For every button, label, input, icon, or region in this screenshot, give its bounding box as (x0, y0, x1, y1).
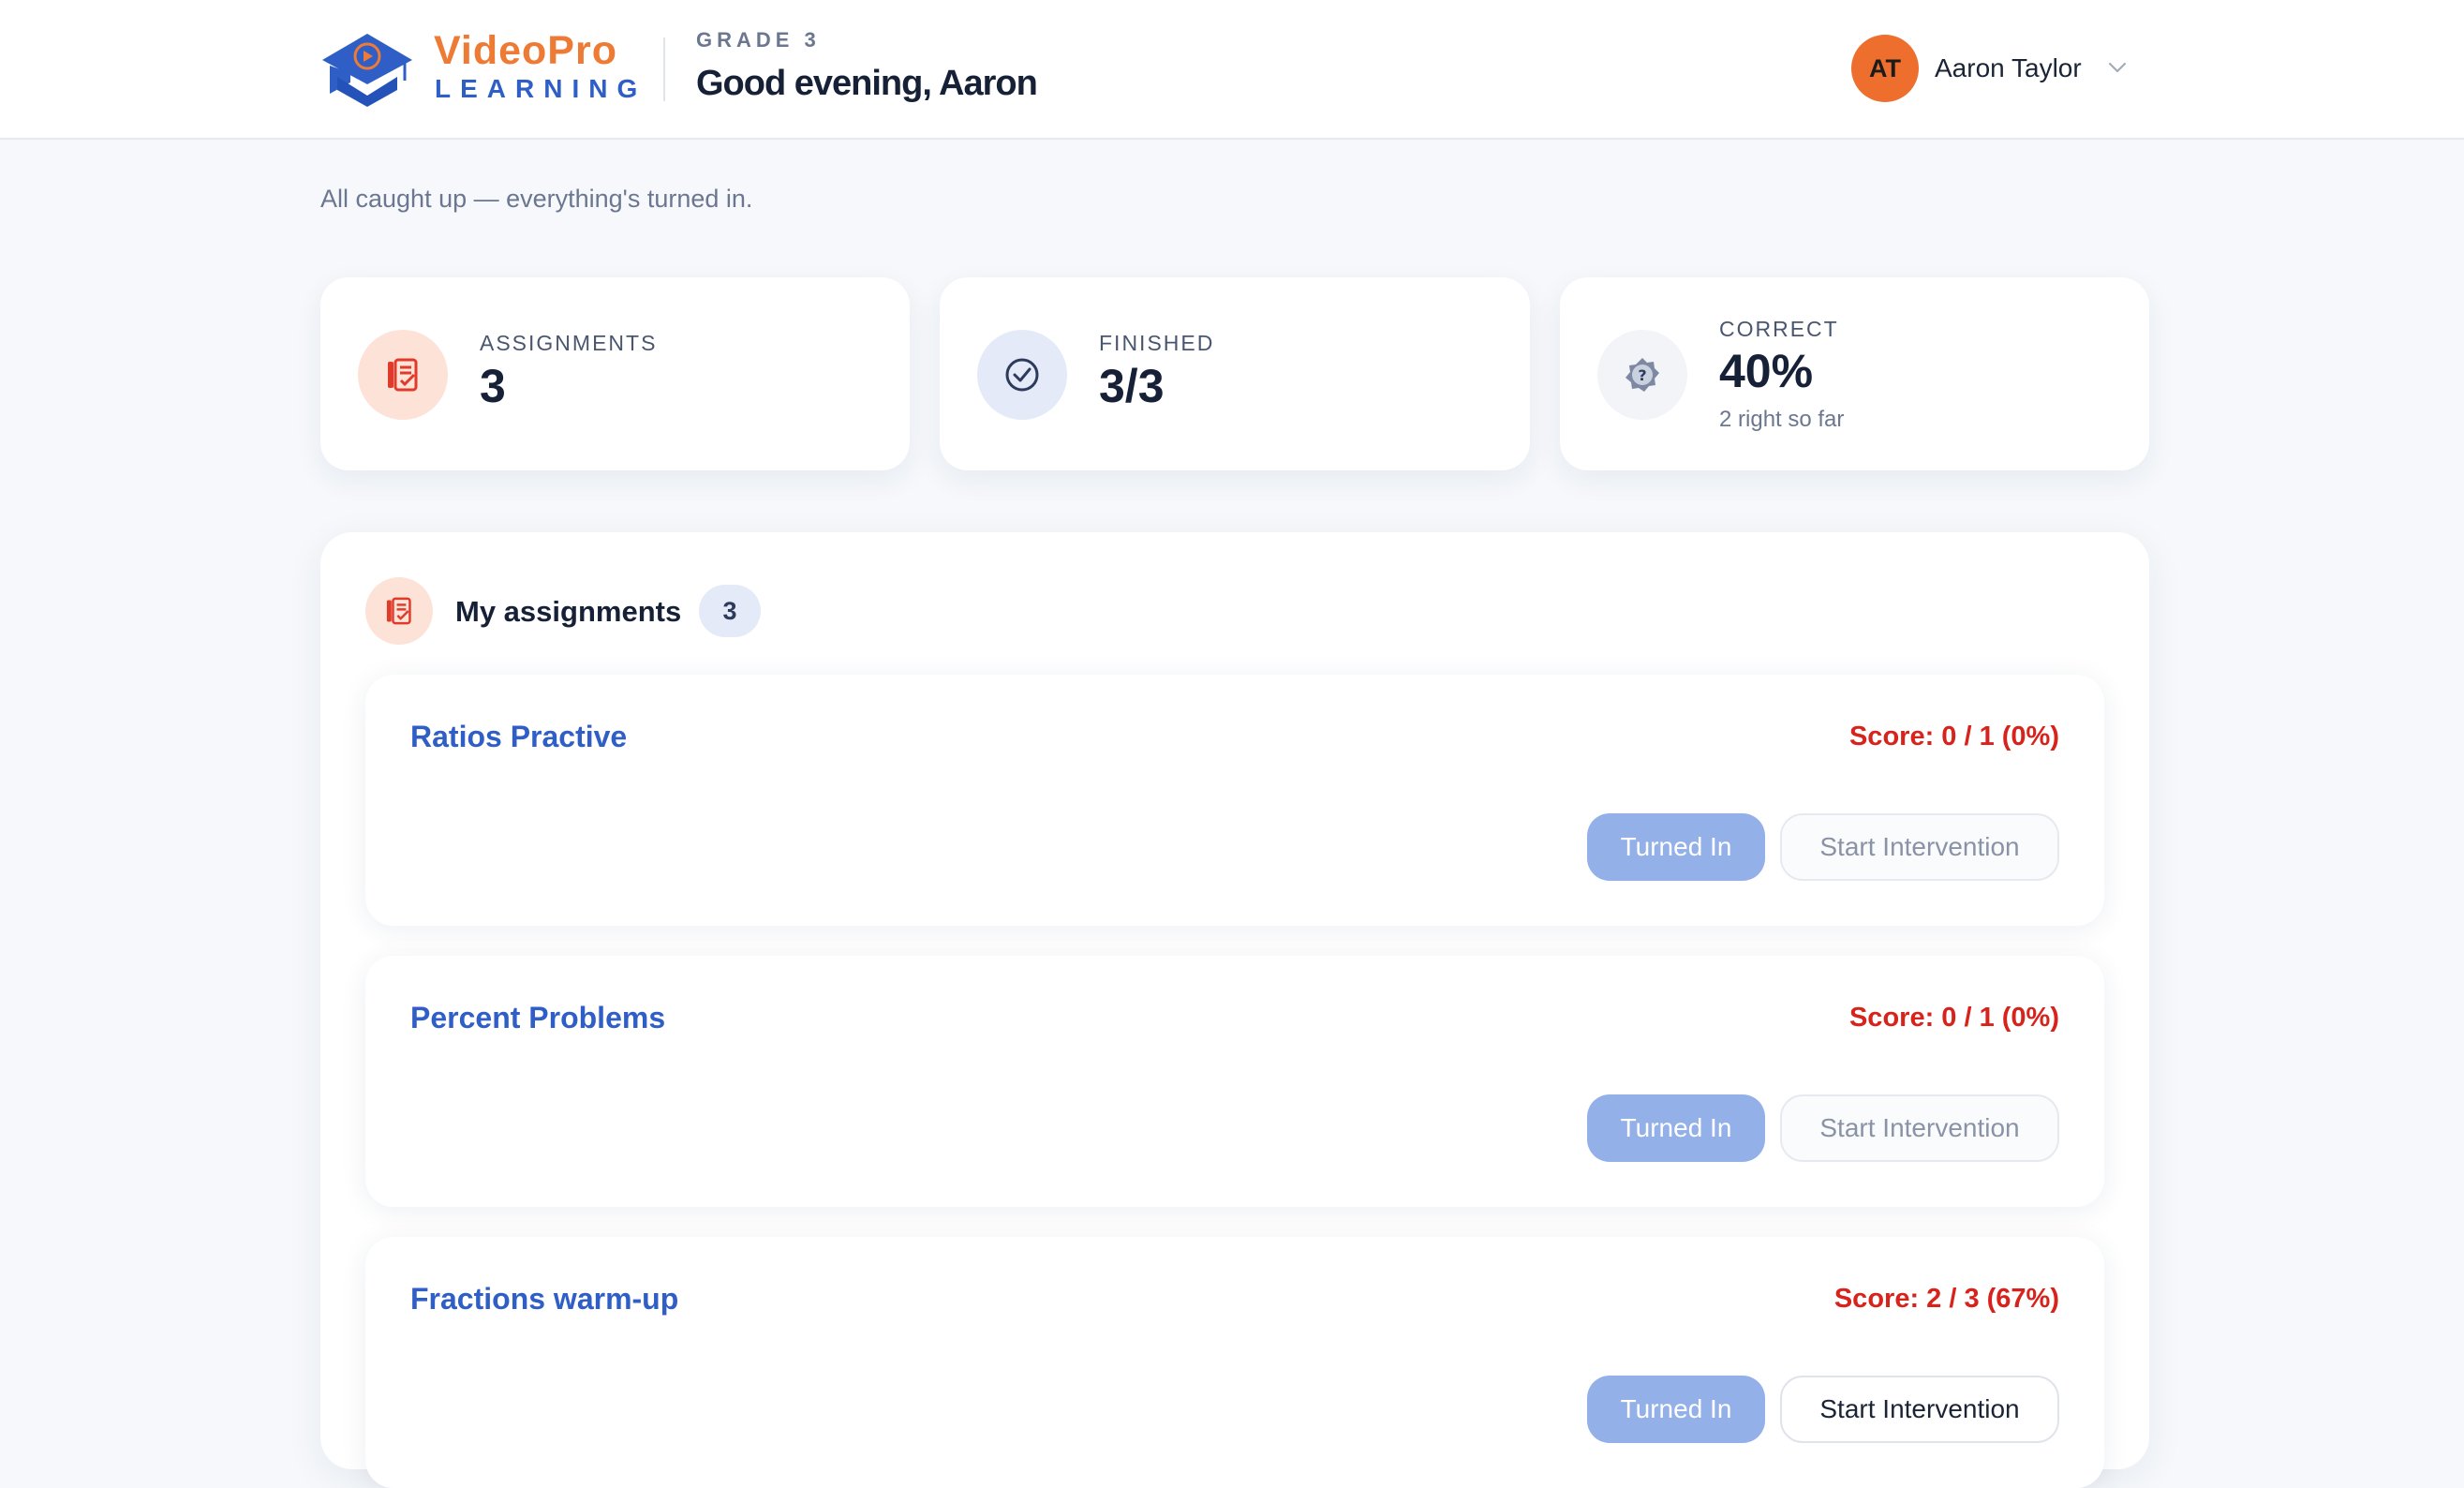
user-avatar[interactable]: AT (1851, 35, 1919, 102)
turned-in-button[interactable]: Turned In (1587, 813, 1765, 881)
svg-text:?: ? (1638, 366, 1646, 384)
stat-label: CORRECT (1719, 317, 1839, 341)
brand-subname: LEARNING (435, 74, 647, 103)
grade-label: GRADE 3 (696, 28, 821, 52)
assignment-score: Score: 0 / 1 (0%) (1848, 722, 2059, 751)
check-circle-icon (977, 330, 1067, 420)
assignment-title-link[interactable]: Percent Problems (410, 999, 665, 1036)
start-intervention-button[interactable]: Start Intervention (1780, 1376, 2059, 1443)
stat-card-finished: FINISHED 3/3 (940, 277, 1530, 470)
header-divider (663, 37, 665, 101)
graduation-cap-logo-icon[interactable] (319, 28, 416, 107)
greeting-title: Good evening, Aaron (696, 64, 1038, 103)
assignment-title-link[interactable]: Ratios Practive (410, 718, 627, 755)
brand-name: VideoPro (434, 28, 617, 73)
stat-label: FINISHED (1099, 331, 1215, 355)
status-message: All caught up — everything's turned in. (320, 185, 753, 213)
stat-value: 3 (480, 360, 506, 412)
start-intervention-button[interactable]: Start Intervention (1780, 1094, 2059, 1162)
stat-label: ASSIGNMENTS (480, 331, 658, 355)
assignment-title-link[interactable]: Fractions warm-up (410, 1280, 678, 1317)
stat-note: 2 right so far (1719, 407, 1845, 432)
assignment-list-icon (365, 577, 433, 645)
assignment-card: Percent Problems Score: 0 / 1 (0%) Turne… (365, 956, 2104, 1207)
stat-card-correct: ? CORRECT 40% 2 right so far (1560, 277, 2149, 470)
assignment-count-badge: 3 (699, 585, 761, 637)
question-badge-icon: ? (1597, 330, 1687, 420)
top-header: VideoPro LEARNING GRADE 3 Good evening, … (0, 0, 2464, 140)
assignment-card: Ratios Practive Score: 0 / 1 (0%) Turned… (365, 675, 2104, 926)
panel-title: My assignments (455, 595, 682, 628)
stat-value: 3/3 (1099, 360, 1165, 412)
turned-in-button[interactable]: Turned In (1587, 1376, 1765, 1443)
assignment-score: Score: 0 / 1 (0%) (1848, 1003, 2059, 1033)
assignments-panel: My assignments 3 Ratios Practive Score: … (320, 532, 2149, 1488)
turned-in-button[interactable]: Turned In (1587, 1094, 1765, 1162)
stat-value: 40% (1719, 345, 1814, 397)
assignment-card: Fractions warm-up Score: 2 / 3 (67%) Tur… (365, 1237, 2104, 1488)
chevron-down-icon[interactable] (2106, 58, 2129, 77)
assignment-score: Score: 2 / 3 (67%) (1833, 1284, 2059, 1314)
assignment-list-icon (358, 330, 448, 420)
user-menu-name[interactable]: Aaron Taylor (1935, 52, 2082, 84)
stat-card-assignments: ASSIGNMENTS 3 (320, 277, 910, 470)
start-intervention-button[interactable]: Start Intervention (1780, 813, 2059, 881)
